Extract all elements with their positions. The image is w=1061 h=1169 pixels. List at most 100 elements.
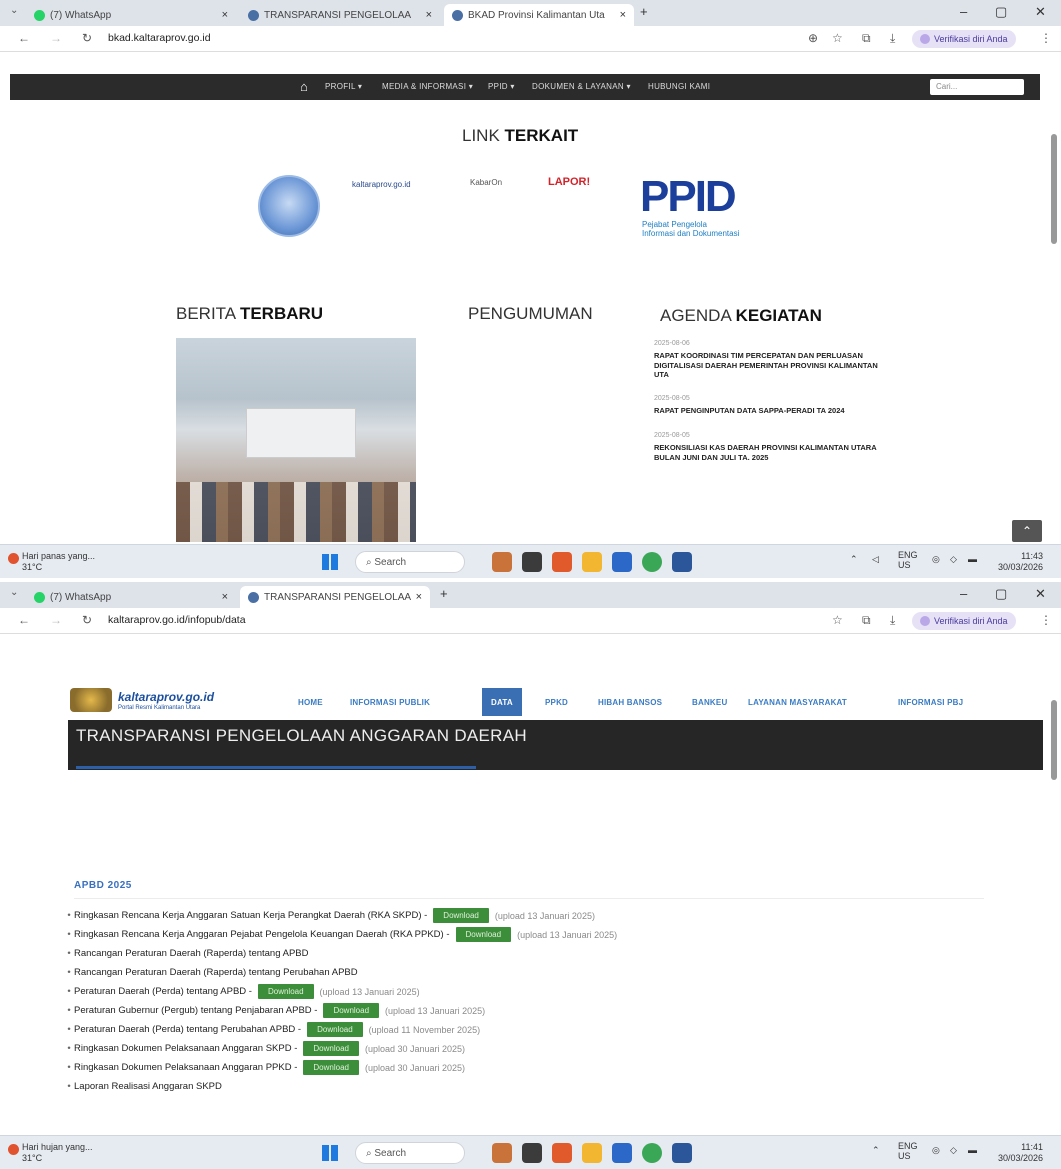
taskbar-app-icon[interactable] xyxy=(552,1143,572,1163)
extensions-icon[interactable]: ⧉ xyxy=(862,613,871,628)
download-button[interactable]: Download xyxy=(455,927,512,942)
taskbar-app-icon[interactable] xyxy=(492,552,512,572)
menu-informasi-pbj[interactable]: INFORMASI PBJ xyxy=(898,698,963,707)
menu-layanan-masyarakat[interactable]: LAYANAN MASYARAKAT xyxy=(748,698,847,707)
verify-button[interactable]: Verifikasi diri Anda xyxy=(912,612,1016,630)
back-to-top-button[interactable]: ⌃ xyxy=(1012,520,1042,542)
menu-icon[interactable]: ⋮ xyxy=(1040,613,1052,627)
close-tab-icon[interactable]: × xyxy=(620,9,626,21)
news-photo[interactable] xyxy=(176,338,416,542)
url-field[interactable]: kaltaraprov.go.id/infopub/data xyxy=(108,614,246,626)
clock[interactable]: 11:41 30/03/2026 xyxy=(998,1142,1043,1164)
nav-dokumen-layanan[interactable]: DOKUMEN & LAYANAN ▾ xyxy=(532,82,631,91)
tray-chevron-icon[interactable]: ⌃ xyxy=(850,554,858,565)
kaltara-logo-icon[interactable] xyxy=(70,688,112,712)
minimize-icon[interactable]: – xyxy=(960,4,967,19)
wifi-icon[interactable]: ◎ xyxy=(932,1145,940,1156)
nav-media-informasi[interactable]: MEDIA & INFORMASI ▾ xyxy=(382,82,473,91)
forward-icon[interactable]: → xyxy=(50,31,62,45)
maximize-icon[interactable]: ▢ xyxy=(995,4,1007,20)
tab-bkad[interactable]: BKAD Provinsi Kalimantan Uta × xyxy=(444,4,634,26)
download-icon[interactable]: ⤓ xyxy=(890,613,895,628)
menu-home[interactable]: HOME xyxy=(298,698,323,707)
reload-icon[interactable]: ↻ xyxy=(82,31,92,45)
nav-profil[interactable]: PROFIL ▾ xyxy=(325,82,362,91)
tab-search-icon[interactable]: ⌄ xyxy=(10,587,18,598)
close-tab-icon[interactable]: × xyxy=(426,9,432,21)
taskbar-app-icon[interactable] xyxy=(522,552,542,572)
download-icon[interactable]: ⤓ xyxy=(890,31,895,46)
nav-hubungi-kami[interactable]: HUBUNGI KAMI xyxy=(648,82,710,91)
zoom-icon[interactable]: ⊕ xyxy=(808,31,818,45)
forward-icon[interactable]: → xyxy=(50,613,62,627)
taskbar-search[interactable]: ⌕ Search xyxy=(355,551,465,573)
reload-icon[interactable]: ↻ xyxy=(82,613,92,627)
bookmark-star-icon[interactable]: ☆ xyxy=(832,613,843,627)
tab-transparansi[interactable]: TRANSPARANSI PENGELOLAA × xyxy=(240,4,440,26)
word-icon[interactable] xyxy=(672,552,692,572)
battery-icon[interactable]: ▬ xyxy=(968,1145,977,1155)
agenda-item[interactable]: 2025-08-06 RAPAT KOORDINASI TIM PERCEPAT… xyxy=(654,340,884,380)
tab-transparansi[interactable]: TRANSPARANSI PENGELOLAA × xyxy=(240,586,430,608)
chrome-icon[interactable] xyxy=(642,552,662,572)
battery-icon[interactable]: ▬ xyxy=(968,554,977,564)
verify-button[interactable]: Verifikasi diri Anda xyxy=(912,30,1016,48)
kaltara-link[interactable]: kaltaraprov.go.id xyxy=(352,180,411,189)
extensions-icon[interactable]: ⧉ xyxy=(862,31,871,46)
menu-ppkd[interactable]: PPKD xyxy=(545,698,568,707)
tab-whatsapp[interactable]: (7) WhatsApp × xyxy=(26,4,236,26)
download-button[interactable]: Download xyxy=(433,908,489,923)
nav-ppid[interactable]: PPID ▾ xyxy=(488,82,515,91)
ppid-logo[interactable]: PPID xyxy=(640,172,737,222)
tab-whatsapp[interactable]: (7) WhatsApp × xyxy=(26,586,236,608)
chrome-icon[interactable] xyxy=(642,1143,662,1163)
back-icon[interactable]: ← xyxy=(18,31,30,45)
kabaron-link[interactable]: KabarOn xyxy=(470,178,502,187)
windows-start-icon[interactable] xyxy=(322,554,338,570)
windows-start-icon[interactable] xyxy=(322,1145,338,1161)
clock[interactable]: 11:43 30/03/2026 xyxy=(998,551,1043,573)
download-button[interactable]: Download xyxy=(303,1041,359,1056)
wifi-icon[interactable]: ◎ xyxy=(932,554,940,565)
new-tab-button[interactable]: + xyxy=(640,4,648,19)
volume-icon[interactable]: ◇ xyxy=(950,554,957,565)
volume-icon[interactable]: ◇ xyxy=(950,1145,957,1156)
weather-widget[interactable]: Hari hujan yang... 31°C xyxy=(8,1142,93,1164)
download-button[interactable]: Download xyxy=(323,1003,380,1018)
close-window-icon[interactable]: ✕ xyxy=(1035,4,1046,20)
menu-icon[interactable]: ⋮ xyxy=(1040,31,1052,45)
home-icon[interactable]: ⌂ xyxy=(300,79,308,94)
taskbar-app-icon[interactable] xyxy=(522,1143,542,1163)
apbd-heading[interactable]: APBD 2025 xyxy=(74,880,132,891)
tray-chevron-icon[interactable]: ⌃ xyxy=(872,1145,880,1156)
file-explorer-icon[interactable] xyxy=(582,1143,602,1163)
taskbar-app-icon[interactable] xyxy=(612,552,632,572)
url-field[interactable]: bkad.kaltaraprov.go.id xyxy=(108,32,211,44)
download-button[interactable]: Download xyxy=(257,984,314,999)
scrollbar[interactable] xyxy=(1051,134,1057,244)
bookmark-star-icon[interactable]: ☆ xyxy=(832,31,843,45)
download-button[interactable]: Download xyxy=(307,1022,363,1037)
language-indicator[interactable]: ENG US xyxy=(898,1141,918,1161)
maximize-icon[interactable]: ▢ xyxy=(995,586,1007,602)
e-document-logo-icon[interactable] xyxy=(258,175,320,237)
language-indicator[interactable]: ENG US xyxy=(898,550,918,570)
site-name[interactable]: kaltaraprov.go.id xyxy=(118,690,214,704)
menu-informasi-publik[interactable]: INFORMASI PUBLIK xyxy=(350,698,430,707)
download-button[interactable]: Download xyxy=(303,1060,359,1075)
file-explorer-icon[interactable] xyxy=(582,552,602,572)
taskbar-search[interactable]: ⌕ Search xyxy=(355,1142,465,1164)
menu-bankeu[interactable]: BANKEU xyxy=(692,698,727,707)
weather-widget[interactable]: Hari panas yang... 31°C xyxy=(8,551,95,573)
close-window-icon[interactable]: ✕ xyxy=(1035,586,1046,602)
new-tab-button[interactable]: + xyxy=(440,586,448,601)
minimize-icon[interactable]: – xyxy=(960,586,967,601)
close-tab-icon[interactable]: × xyxy=(416,591,422,603)
search-input[interactable]: Cari... xyxy=(930,79,1024,95)
back-icon[interactable]: ← xyxy=(18,613,30,627)
close-tab-icon[interactable]: × xyxy=(222,591,228,603)
word-icon[interactable] xyxy=(672,1143,692,1163)
tab-search-icon[interactable]: ⌄ xyxy=(10,5,18,16)
scrollbar[interactable] xyxy=(1051,700,1057,780)
taskbar-app-icon[interactable] xyxy=(492,1143,512,1163)
